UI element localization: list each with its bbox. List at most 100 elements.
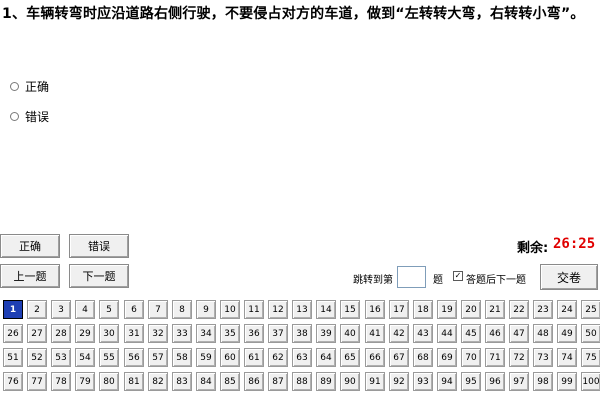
question-number-button[interactable]: 2 [27,300,47,319]
question-number-button[interactable]: 93 [413,372,433,391]
question-number-button[interactable]: 5 [99,300,119,319]
question-number-button[interactable]: 20 [461,300,481,319]
question-number-button[interactable]: 40 [340,324,360,343]
question-number-button[interactable]: 9 [196,300,216,319]
question-number-button[interactable]: 69 [437,348,457,367]
question-number-button[interactable]: 24 [557,300,577,319]
question-number-button[interactable]: 21 [485,300,505,319]
option-wrong[interactable]: 错误 [10,107,49,125]
question-number-button[interactable]: 90 [340,372,360,391]
question-number-button[interactable]: 43 [413,324,433,343]
question-number-button[interactable]: 34 [196,324,216,343]
question-number-button[interactable]: 96 [485,372,505,391]
question-number-button[interactable]: 3 [51,300,71,319]
question-number-button[interactable]: 46 [485,324,505,343]
question-number-button[interactable]: 35 [220,324,240,343]
question-number-button[interactable]: 63 [292,348,312,367]
question-number-button[interactable]: 8 [172,300,192,319]
question-number-button[interactable]: 51 [3,348,23,367]
radio-correct-icon[interactable] [10,81,19,91]
question-number-button[interactable]: 55 [99,348,119,367]
question-number-button[interactable]: 72 [509,348,529,367]
question-number-button[interactable]: 7 [148,300,168,319]
question-number-button[interactable]: 78 [51,372,71,391]
question-number-button[interactable]: 71 [485,348,505,367]
question-number-button[interactable]: 41 [365,324,385,343]
question-number-button[interactable]: 31 [124,324,144,343]
question-number-button[interactable]: 94 [437,372,457,391]
question-number-button[interactable]: 83 [172,372,192,391]
question-number-button[interactable]: 53 [51,348,71,367]
question-number-button[interactable]: 92 [389,372,409,391]
question-number-button[interactable]: 47 [509,324,529,343]
next-question-button[interactable]: 下一题 [69,264,129,288]
question-number-button[interactable]: 77 [27,372,47,391]
wrong-button[interactable]: 错误 [69,234,129,258]
question-number-button[interactable]: 85 [220,372,240,391]
question-number-button[interactable]: 44 [437,324,457,343]
question-number-button[interactable]: 60 [220,348,240,367]
question-number-button[interactable]: 17 [389,300,409,319]
question-number-button[interactable]: 32 [148,324,168,343]
question-number-button[interactable]: 12 [268,300,288,319]
question-number-button[interactable]: 67 [389,348,409,367]
question-number-button[interactable]: 4 [75,300,95,319]
question-number-button[interactable]: 66 [365,348,385,367]
question-number-button[interactable]: 59 [196,348,216,367]
question-number-button[interactable]: 86 [244,372,264,391]
question-number-button[interactable]: 65 [340,348,360,367]
question-number-button[interactable]: 29 [75,324,95,343]
question-number-button[interactable]: 58 [172,348,192,367]
question-number-button[interactable]: 57 [148,348,168,367]
question-number-button[interactable]: 45 [461,324,481,343]
question-number-button[interactable]: 61 [244,348,264,367]
question-number-button[interactable]: 36 [244,324,264,343]
question-number-button[interactable]: 56 [124,348,144,367]
question-number-button[interactable]: 28 [51,324,71,343]
question-number-button[interactable]: 33 [172,324,192,343]
question-number-button[interactable]: 18 [413,300,433,319]
question-number-button[interactable]: 50 [581,324,600,343]
question-number-button[interactable]: 79 [75,372,95,391]
question-number-button[interactable]: 76 [3,372,23,391]
question-number-button[interactable]: 23 [533,300,553,319]
question-number-button[interactable]: 1 [3,300,23,319]
radio-wrong-icon[interactable] [10,111,19,121]
question-number-button[interactable]: 84 [196,372,216,391]
question-number-button[interactable]: 81 [124,372,144,391]
question-number-button[interactable]: 48 [533,324,553,343]
question-number-button[interactable]: 91 [365,372,385,391]
question-number-button[interactable]: 15 [340,300,360,319]
question-number-button[interactable]: 19 [437,300,457,319]
question-number-button[interactable]: 87 [268,372,288,391]
question-number-button[interactable]: 73 [533,348,553,367]
question-number-button[interactable]: 6 [124,300,144,319]
question-number-button[interactable]: 70 [461,348,481,367]
submit-exam-button[interactable]: 交卷 [540,264,598,290]
question-number-button[interactable]: 75 [581,348,600,367]
jump-input[interactable] [397,266,426,288]
correct-button[interactable]: 正确 [0,234,60,258]
question-number-button[interactable]: 10 [220,300,240,319]
question-number-button[interactable]: 80 [99,372,119,391]
question-number-button[interactable]: 13 [292,300,312,319]
question-number-button[interactable]: 62 [268,348,288,367]
option-correct[interactable]: 正确 [10,77,49,95]
question-number-button[interactable]: 30 [99,324,119,343]
question-number-button[interactable]: 16 [365,300,385,319]
question-number-button[interactable]: 52 [27,348,47,367]
question-number-button[interactable]: 49 [557,324,577,343]
question-number-button[interactable]: 11 [244,300,264,319]
question-number-button[interactable]: 25 [581,300,600,319]
question-number-button[interactable]: 99 [557,372,577,391]
question-number-button[interactable]: 95 [461,372,481,391]
question-number-button[interactable]: 64 [316,348,336,367]
question-number-button[interactable]: 98 [533,372,553,391]
question-number-button[interactable]: 100 [581,372,600,391]
question-number-button[interactable]: 82 [148,372,168,391]
question-number-button[interactable]: 38 [292,324,312,343]
question-number-button[interactable]: 88 [292,372,312,391]
question-number-button[interactable]: 68 [413,348,433,367]
question-number-button[interactable]: 39 [316,324,336,343]
question-number-button[interactable]: 27 [27,324,47,343]
